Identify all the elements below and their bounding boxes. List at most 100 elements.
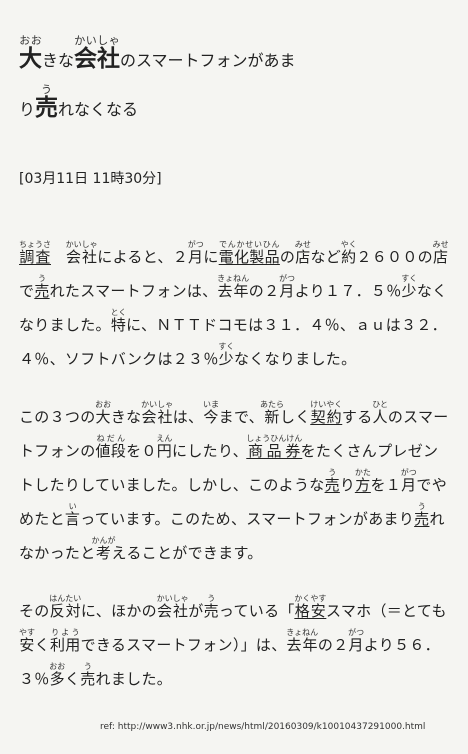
text-run: は、 [172, 408, 204, 426]
ruby-word: 約やく [340, 240, 357, 266]
ruby-word: 利用りよう [49, 628, 81, 654]
ruby-word: 新あたら [259, 400, 284, 426]
text-run: に [203, 248, 219, 266]
furigana: かた [354, 468, 371, 477]
ruby-word: 月がつ [400, 468, 417, 494]
text-run: にしたり、 [172, 442, 248, 460]
ruby-word: 大おお [19, 34, 42, 72]
text-run: の２ [317, 636, 349, 654]
text-run: など [310, 248, 342, 266]
text-run: で [19, 282, 35, 300]
text-run: が [188, 602, 204, 620]
furigana: きょねん [217, 274, 250, 283]
furigana: う [80, 662, 96, 671]
furigana: すく [218, 342, 235, 351]
furigana: ちょうさ [19, 240, 51, 249]
ruby-word: 売う [414, 502, 430, 528]
title-line-1: 大おおきな会社かいしゃのスマートフォンがあま [19, 34, 459, 83]
ruby-word: 去年きょねん [286, 628, 319, 654]
text-run: まで、 [218, 408, 264, 426]
furigana: おお [49, 662, 66, 671]
furigana: あたら [259, 400, 284, 409]
furigana: とく [110, 308, 127, 317]
ruby-word: 多おお [49, 662, 66, 688]
ruby-word: 調査ちょうさ [19, 240, 51, 266]
text-run: に、ほかの [80, 602, 157, 620]
ruby-word: 売う [35, 83, 59, 121]
furigana: かくやす [294, 594, 327, 603]
article-title: 大おおきな会社かいしゃのスマートフォンがあま り売うれなくなる [19, 34, 459, 132]
ruby-word: 格安かくやす [294, 594, 327, 620]
furigana: いま [203, 400, 220, 409]
furigana: やく [340, 240, 357, 249]
ruby-word: 月がつ [279, 274, 296, 300]
article-body: 調査ちょうさ 会社かいしゃによると、２月がつに電化製品でんかせいひんの店みせなど… [19, 240, 451, 720]
text-run [51, 248, 66, 266]
furigana: かいしゃ [74, 34, 121, 47]
furigana: けいやく [310, 400, 343, 409]
furigana: がつ [348, 628, 365, 637]
furigana: う [35, 83, 59, 96]
text-run: できるスマートフォン）」は、 [80, 636, 287, 654]
paragraph-1: 調査ちょうさ 会社かいしゃによると、２月がつに電化製品でんかせいひんの店みせなど… [19, 240, 451, 376]
ruby-word: 商品券しょうひんけん [246, 434, 303, 460]
text-run: り [339, 476, 356, 494]
text-run: えることができます。 [111, 544, 263, 562]
ruby-word: 売う [34, 274, 50, 300]
text-run: り [19, 100, 36, 119]
ruby-word: 少すく [218, 342, 235, 368]
text-run: を１ [370, 476, 402, 494]
ruby-word: 円えん [156, 434, 173, 460]
text-run: より１７．５％ [294, 282, 402, 300]
text-run: によると、２ [97, 248, 189, 266]
title-line-2: り売うれなくなる [19, 83, 459, 132]
furigana: う [203, 594, 219, 603]
text-run: れました。 [95, 670, 173, 688]
ruby-word: 去年きょねん [217, 274, 250, 300]
furigana: みせ [432, 240, 449, 249]
text-run: れなくなる [58, 100, 139, 119]
furigana: ひと [372, 400, 389, 409]
ruby-word: 考かんが [91, 536, 116, 562]
furigana: がつ [400, 468, 417, 477]
ruby-word: 大おお [95, 400, 112, 426]
furigana: がつ [187, 240, 204, 249]
furigana: かんが [91, 536, 116, 545]
furigana: すく [401, 274, 418, 283]
ruby-word: 売う [203, 594, 219, 620]
text-run: のスマートフォンがあま [120, 51, 296, 70]
furigana: でんかせいひん [218, 240, 280, 249]
text-run: スマホ（＝とても [326, 602, 447, 620]
text-run: する [341, 408, 373, 426]
text-run: その [19, 602, 50, 620]
text-run: く [64, 670, 81, 688]
text-run: っている「 [218, 602, 295, 620]
furigana: がつ [279, 274, 296, 283]
ruby-word: 店みせ [294, 240, 311, 266]
text-run: れたスマートフォンは、 [49, 282, 218, 300]
ruby-word: 方かた [354, 468, 371, 494]
furigana: しょうひんけん [246, 434, 303, 443]
reference-link[interactable]: ref: http://www3.nhk.or.jp/news/html/201… [100, 722, 425, 732]
paragraph-2: この３つの大おおきな会社かいしゃは、今いままで、新あたらしく契約けいやくする人ひ… [19, 400, 451, 570]
paragraph-3: その反対はんたいに、ほかの会社かいしゃが売うっている「格安かくやすスマホ（＝とて… [19, 594, 451, 696]
text-run: を０ [126, 442, 157, 460]
furigana: ねだん [95, 434, 127, 443]
ruby-word: 契約けいやく [310, 400, 343, 426]
ruby-word: 売う [324, 468, 340, 494]
ruby-word: 値段ねだん [95, 434, 127, 460]
text-run: なくなりました。 [233, 350, 357, 368]
furigana: おお [19, 34, 42, 47]
furigana: かいしゃ [141, 400, 174, 409]
ruby-word: 売う [80, 662, 96, 688]
ruby-word: 反対はんたい [49, 594, 82, 620]
furigana: りよう [49, 628, 81, 637]
furigana: きょねん [286, 628, 319, 637]
furigana: かいしゃ [65, 240, 98, 249]
text-run: っています。このため、スマートフォンがあまり [80, 510, 415, 528]
ruby-word: 少すく [401, 274, 418, 300]
ruby-word: 月がつ [348, 628, 365, 654]
ruby-word: 言い [64, 502, 81, 528]
ruby-word: 安やす [19, 628, 35, 654]
text-run: ２６００の [356, 248, 433, 266]
